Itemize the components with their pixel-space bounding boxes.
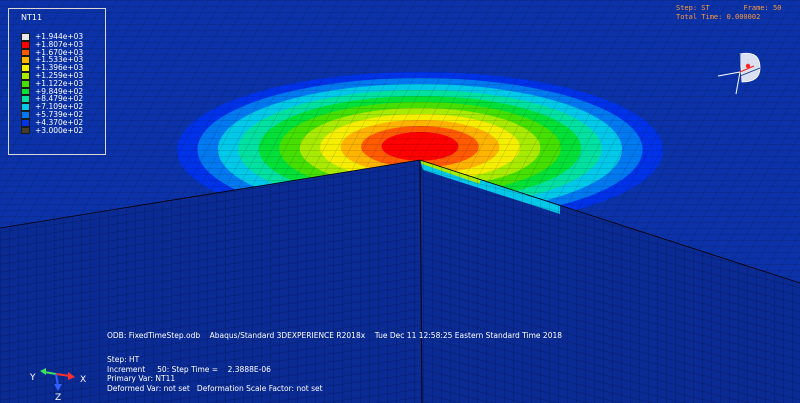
frame-label: Frame: 50 — [743, 4, 782, 12]
legend-swatch — [21, 48, 30, 57]
axis-triad-icon: Y X Z — [30, 368, 86, 402]
axis-y-label: Y — [30, 373, 36, 383]
run-date: Tue Dec 11 12:58:25 Eastern Standard Tim… — [374, 331, 563, 340]
legend-swatch — [21, 87, 30, 96]
abaqus-viewport[interactable]: NT11 +1.944e+03 +1.807e+03 +1.670e+03 +1.53… — [0, 0, 800, 403]
odb-info-line: ODB: FixedTimeStep.odb Abaqus/Standard 3… — [107, 331, 562, 340]
view-triad-icon[interactable] — [712, 48, 772, 98]
axis-x-label: X — [80, 375, 86, 385]
deformed-var: Deformed Var: not set Deformation Scale … — [107, 383, 323, 393]
legend-swatch — [21, 33, 30, 41]
increment-info: Increment 50: Step Time = 2.3888E-06 — [107, 364, 271, 374]
axis-z-label: Z — [55, 393, 61, 402]
legend-rows: +1.944e+03 +1.807e+03 +1.670e+03 +1.533e+03… — [21, 32, 105, 135]
legend-box: NT11 +1.944e+03 +1.807e+03 +1.670e+03 +1.53… — [8, 8, 106, 155]
legend-swatch — [21, 40, 30, 49]
step-name: Step: HT — [107, 355, 140, 364]
legend-swatch — [21, 64, 30, 72]
total-time: Total Time: 0.000002 — [676, 13, 761, 21]
odb-name: ODB: FixedTimeStep.odb — [107, 331, 201, 340]
step-frame-info: Step: ST Frame: 50 Total Time: 0.000002 — [676, 4, 794, 22]
legend-swatch — [21, 95, 30, 104]
step-label: Step: ST — [676, 4, 710, 12]
legend-swatch — [21, 126, 30, 135]
legend-title: NT11 — [21, 13, 43, 22]
legend-swatch — [21, 79, 30, 88]
solver-version: Abaqus/Standard 3DEXPERIENCE R2018x — [209, 331, 366, 340]
legend-value: +3.000e+02 — [35, 125, 84, 135]
legend-swatch — [21, 103, 30, 111]
step-info-block: Step: HT Increment 50: Step Time = 2.388… — [107, 355, 323, 393]
legend-swatch — [21, 56, 30, 65]
primary-var: Primary Var: NT11 — [107, 374, 176, 383]
legend-swatch — [21, 71, 30, 80]
legend-row: +3.000e+02 — [21, 125, 105, 135]
legend-swatch — [21, 118, 30, 127]
legend-swatch — [21, 110, 30, 119]
model-view[interactable] — [0, 0, 800, 403]
